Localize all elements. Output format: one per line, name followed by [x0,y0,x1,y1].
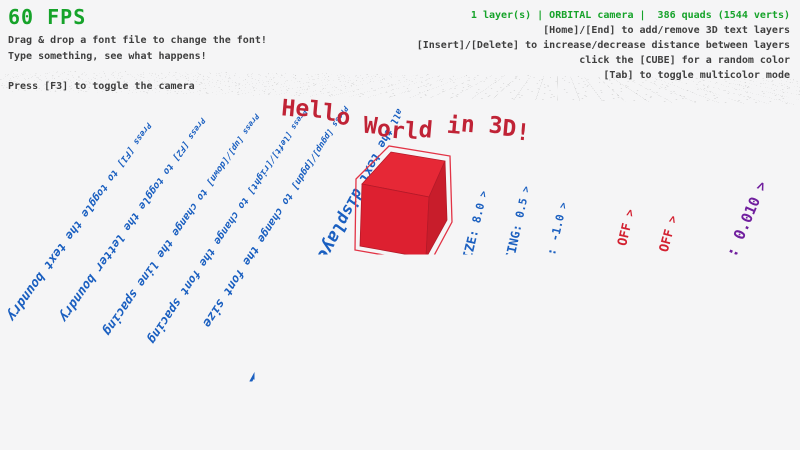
hint-add-remove-layers: [Home]/[End] to add/remove 3D text layer… [417,23,790,38]
hint-multicolor: [Tab] to toggle multicolor mode [417,68,790,83]
font-demo-canvas[interactable]: 60 FPS Drag & drop a font file to change… [0,0,800,450]
hint-layer-distance: [Insert]/[Delete] to increase/decrease d… [417,38,790,53]
fps-counter: 60 FPS [8,6,267,28]
hint-cube-color: click the [CUBE] for a random color [417,53,790,68]
hint-drag-drop: Drag & drop a font file to change the fo… [8,33,267,49]
hud-right: 1 layer(s) | ORBITAL camera | 386 quads … [417,8,790,83]
hud-left: 60 FPS Drag & drop a font file to change… [8,6,267,95]
hint-type-something: Type something, see what happens! [8,49,267,65]
cube-front-face [360,184,429,258]
status-line: 1 layer(s) | ORBITAL camera | 386 quads … [417,8,790,23]
hint-toggle-camera: Press [F3] to toggle the camera [8,79,267,95]
